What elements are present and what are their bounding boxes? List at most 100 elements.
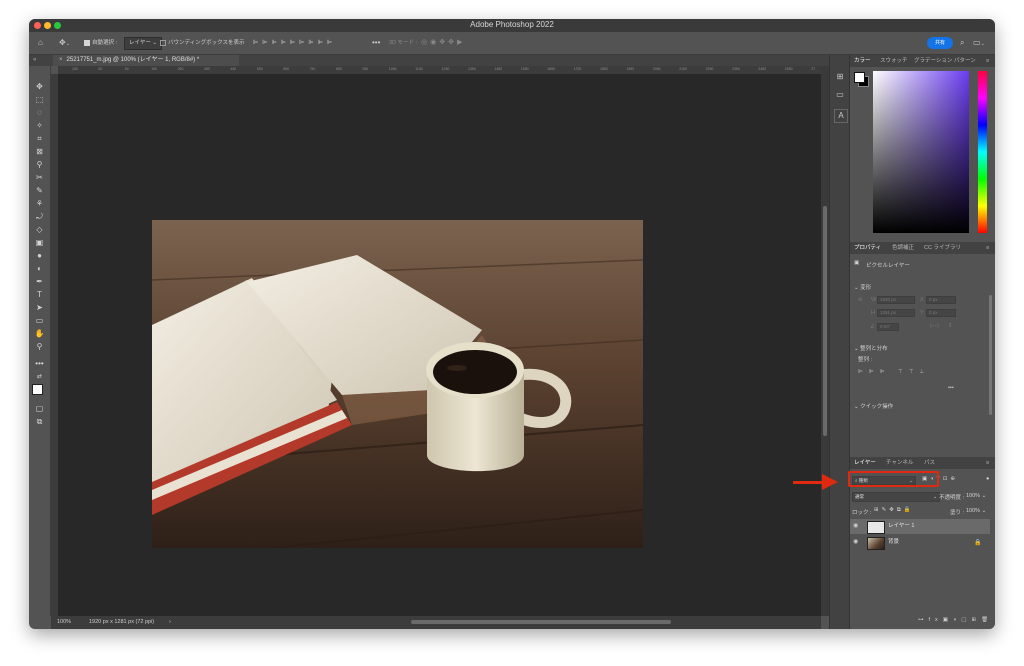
type-tool-icon[interactable]: T <box>33 289 46 300</box>
properties-scrollbar[interactable] <box>989 295 992 415</box>
document-info: 1920 px x 1281 px (72 ppi) <box>89 619 155 625</box>
screen-mode-icon[interactable]: ⧉ <box>33 416 46 427</box>
height-field[interactable]: 1281 px <box>877 309 915 317</box>
bounding-box-checkbox[interactable]: バウンディングボックスを表示 <box>160 32 244 54</box>
layer-row-layer1[interactable]: ◉ レイヤー 1 <box>850 519 990 534</box>
marquee-tool-icon[interactable]: ⬚ <box>33 94 46 105</box>
ruler-tick-label: 1150 <box>415 67 423 71</box>
opacity-value[interactable]: 100% ⌄ <box>966 493 986 499</box>
history-brush-tool-icon[interactable]: ⤾ <box>33 211 46 222</box>
hand-tool-icon[interactable]: ✋ <box>33 328 46 339</box>
rectangle-tool-icon[interactable]: ▭ <box>33 315 46 326</box>
align-heading[interactable]: ⌄ 整列と分布 <box>854 344 888 352</box>
zoom-level[interactable]: 100% <box>57 616 71 629</box>
pen-tool-icon[interactable]: ✒ <box>33 276 46 287</box>
lock-icons[interactable]: ⊞✎✥⧉🔒 <box>874 507 914 514</box>
link-dimensions-icon[interactable]: ⊘ <box>858 297 863 303</box>
tab-color[interactable]: カラー <box>854 55 871 67</box>
status-menu-arrow[interactable]: › <box>169 616 171 629</box>
width-field[interactable]: 1920 px <box>877 296 915 304</box>
dodge-tool-icon[interactable]: ◐ <box>33 263 46 274</box>
coffee-book-photo <box>152 220 643 548</box>
close-tab-icon[interactable]: × <box>59 57 63 63</box>
color-field[interactable] <box>873 71 969 233</box>
tab-swatches[interactable]: スウォッチ <box>880 55 908 67</box>
layer-row-background[interactable]: ◉ 背景 🔒 <box>850 535 990 550</box>
lock-icon[interactable]: 🔒 <box>974 539 981 546</box>
tab-adjustments[interactable]: 色調補正 <box>892 242 914 254</box>
align-buttons[interactable]: ⊫⊫⊫⊫⊫⊫⊫⊫⊫ <box>253 32 336 54</box>
eraser-tool-icon[interactable]: ◇ <box>33 224 46 235</box>
visibility-eye-icon[interactable]: ◉ <box>853 522 858 529</box>
color-panel-menu-icon[interactable]: ≡ <box>986 55 989 67</box>
flip-vertical-icon[interactable]: ⇕ <box>948 323 953 329</box>
x-field[interactable]: 0 px <box>926 296 956 304</box>
document-image[interactable] <box>152 220 643 548</box>
align-more-button[interactable]: ••• <box>948 385 954 391</box>
y-field[interactable]: 0 px <box>926 309 956 317</box>
path-selection-tool-icon[interactable]: ➤ <box>33 302 46 313</box>
vertical-scroll-thumb[interactable] <box>823 206 827 436</box>
comments-panel-icon[interactable]: ▭ <box>834 89 846 101</box>
blend-mode-dropdown[interactable]: 通常 ⌄ <box>852 492 940 502</box>
zoom-tool-icon[interactable]: ⚲ <box>33 341 46 352</box>
angle-icon: ∠ <box>870 324 875 330</box>
3d-mode-icons[interactable]: ◎◉✥✥▶ <box>421 32 465 54</box>
status-bar: 100% 1920 px x 1281 px (72 ppi) › <box>51 616 821 629</box>
transform-heading[interactable]: ⌄ 変形 <box>854 283 871 291</box>
bounding-box-label: バウンディングボックスを表示 <box>168 40 245 46</box>
ruler-tick-label: 2150 <box>679 67 687 71</box>
panel-icon-strip: ⊞ ▭ A <box>829 55 850 629</box>
flip-horizontal-icon[interactable]: ▷◁ <box>930 323 938 329</box>
filter-toggle-icon[interactable]: ● <box>986 476 989 482</box>
canvas-area[interactable] <box>58 74 821 616</box>
quick-mask-icon[interactable]: ▢ <box>33 403 46 414</box>
tab-patterns[interactable]: パターン <box>954 55 976 67</box>
tab-gradients[interactable]: グラデーション <box>914 55 952 67</box>
visibility-eye-icon[interactable]: ◉ <box>853 538 858 545</box>
hue-slider[interactable] <box>978 71 987 233</box>
tab-properties[interactable]: プロパティ <box>854 242 881 254</box>
vertical-scrollbar[interactable] <box>821 66 829 616</box>
horizontal-scroll-thumb[interactable] <box>411 620 671 624</box>
lasso-tool-icon[interactable]: ◌ <box>33 107 46 118</box>
home-icon[interactable]: ⌂ <box>38 32 43 54</box>
frame-tool-icon[interactable]: ⊠ <box>33 146 46 157</box>
healing-brush-tool-icon[interactable]: ✂ <box>33 172 46 183</box>
eyedropper-tool-icon[interactable]: ⚲ <box>33 159 46 170</box>
auto-select-checkbox[interactable]: 自動選択 : <box>84 32 117 54</box>
angle-field[interactable]: 0.00° <box>877 323 899 331</box>
tab-layers[interactable]: レイヤー <box>854 457 876 469</box>
layer-dropdown[interactable]: レイヤー ⌄ <box>124 37 162 50</box>
tab-channels[interactable]: チャンネル <box>886 457 913 469</box>
share-button[interactable]: 共有 <box>927 37 953 49</box>
layers-panel-menu-icon[interactable]: ≡ <box>986 457 989 469</box>
foreground-color-swatch[interactable] <box>32 384 43 395</box>
quick-actions-heading[interactable]: ⌄ クイック操作 <box>854 402 893 410</box>
move-tool-preset-icon[interactable]: ✥ ⌄ <box>59 32 70 54</box>
ruler-tick-label: 250 <box>177 67 184 71</box>
clone-stamp-tool-icon[interactable]: ⚘ <box>33 198 46 209</box>
search-icon[interactable]: ⌕ <box>960 32 964 54</box>
crop-tool-icon[interactable]: ⌗ <box>33 133 46 144</box>
layers-footer-icons[interactable]: ⊶fx▣◑▢⊞🗑 <box>918 617 993 623</box>
tab-paths[interactable]: パス <box>924 457 935 469</box>
align-icons[interactable]: ⊫⊫⊫ ⊤⊤⊥ <box>858 369 930 375</box>
tab-cc-libraries[interactable]: CC ライブラリ <box>924 242 961 254</box>
move-tool-icon[interactable]: ✥ <box>33 81 46 92</box>
edit-toolbar-icon[interactable]: ••• <box>33 358 46 369</box>
brush-tool-icon[interactable]: ✎ <box>33 185 46 196</box>
character-panel-icon[interactable]: A <box>834 109 848 123</box>
history-panel-icon[interactable]: ⊞ <box>834 71 846 83</box>
magic-wand-tool-icon[interactable]: ✧ <box>33 120 46 131</box>
more-options-icon[interactable]: ••• <box>372 32 380 54</box>
collapse-toolbar-icon[interactable]: « <box>33 55 36 66</box>
blur-tool-icon[interactable]: ● <box>33 250 46 261</box>
properties-panel-menu-icon[interactable]: ≡ <box>986 242 989 254</box>
swap-colors-icon[interactable]: ⇄ <box>33 372 46 383</box>
workspace-icon[interactable]: ▭⌄ <box>973 32 985 54</box>
document-tab[interactable]: × 25217751_m.jpg @ 100% (レイヤー 1, RGB/8#) … <box>53 55 239 66</box>
fill-value[interactable]: 100% ⌄ <box>966 508 986 514</box>
color-foreground-swatch[interactable] <box>854 72 865 83</box>
gradient-tool-icon[interactable]: ▣ <box>33 237 46 248</box>
